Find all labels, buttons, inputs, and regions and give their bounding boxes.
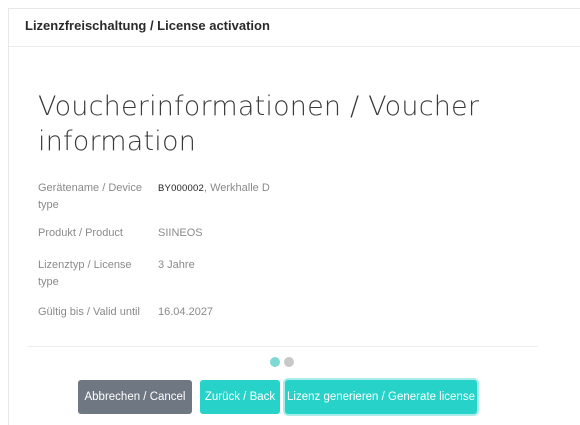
valid-until-value: 16.04.2027: [158, 306, 214, 318]
dialog-title: Lizenzfreischaltung / License activation: [25, 18, 270, 33]
license-type-label: Lizenztyp / License type: [38, 259, 132, 288]
product-label: Produkt / Product: [38, 227, 123, 239]
back-button[interactable]: Zurück / Back: [200, 380, 280, 414]
valid-until-label: Gültig bis / Valid until: [38, 306, 140, 318]
license-type-value: 3 Jahre: [158, 259, 195, 271]
device-name-value: BY000002, Werkhalle D: [158, 180, 270, 197]
device-name-label: Gerätename / Device type: [38, 182, 142, 211]
divider: [28, 346, 538, 347]
pager-dot-active[interactable]: [270, 357, 280, 367]
device-code: BY000002: [158, 183, 204, 194]
voucher-info-title: Voucherinformationen / Voucher informati…: [38, 91, 480, 157]
product-value: SIINEOS: [158, 227, 203, 239]
device-location: , Werkhalle D: [203, 182, 270, 194]
dialog-header: Lizenzfreischaltung / License activation: [9, 9, 580, 47]
pager-dot-inactive[interactable]: [284, 357, 294, 367]
pager-dots: [270, 357, 300, 369]
generate-license-button[interactable]: Lizenz generieren / Generate license: [285, 380, 477, 414]
cancel-button[interactable]: Abbrechen / Cancel: [78, 380, 192, 414]
